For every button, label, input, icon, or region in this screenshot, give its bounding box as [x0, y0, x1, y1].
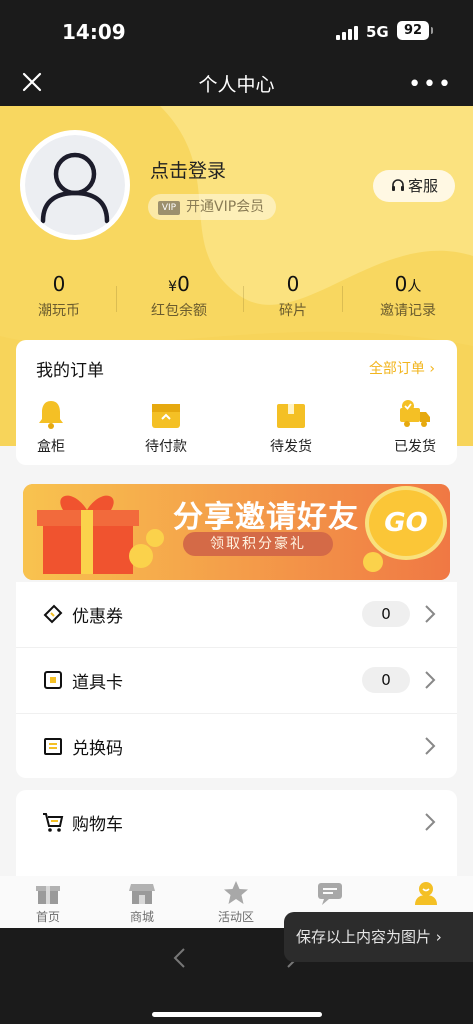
chat-icon	[316, 880, 344, 906]
order-label: 盒柜	[37, 439, 65, 455]
home-indicator[interactable]	[152, 1012, 322, 1017]
chevron-right-icon	[424, 812, 436, 832]
stat-red-packet[interactable]: ¥0 红包余额	[120, 272, 238, 320]
tab-label: 首页	[35, 910, 60, 924]
tab-home[interactable]: 首页	[18, 880, 78, 925]
vip-label: 开通VIP会员	[186, 199, 265, 215]
menu-label: 兑换码	[72, 739, 123, 759]
stat-invites[interactable]: 0人 邀请记录	[349, 272, 467, 320]
stat-value: 0	[177, 272, 190, 296]
menu-item-coupons[interactable]: 优惠券 0	[16, 582, 457, 648]
chevron-right-icon	[424, 670, 436, 690]
features-card: 优惠券 0 道具卡 0 兑换码	[16, 582, 457, 778]
prop-card-icon	[42, 669, 64, 691]
network-type: 5G	[366, 23, 389, 41]
save-as-image-toast[interactable]: 保存以上内容为图片 ›	[284, 912, 473, 962]
login-link[interactable]: 点击登录	[150, 156, 226, 183]
currency-symbol: ¥	[168, 279, 178, 295]
page-title: 个人中心	[198, 74, 275, 96]
package-box-icon	[274, 398, 308, 430]
stat-label: 潮玩币	[38, 303, 80, 319]
stat-label: 碎片	[279, 303, 307, 319]
orders-card: 我的订单 全部订单 › 盒柜 待付款 待发货 已发货	[16, 340, 457, 465]
menu-item-prop-cards[interactable]: 道具卡 0	[16, 648, 457, 714]
chevron-right-icon	[424, 736, 436, 756]
shopping-card: 购物车	[16, 790, 457, 876]
banner-title: 分享邀请好友	[173, 500, 359, 535]
cart-icon	[42, 811, 64, 833]
star-icon	[222, 880, 250, 906]
count-badge: 0	[362, 667, 410, 693]
menu-item-cart[interactable]: 购物车	[16, 790, 457, 856]
order-label: 待付款	[145, 439, 187, 455]
tab-label: 活动区	[217, 910, 254, 924]
go-button[interactable]: GO	[365, 486, 447, 560]
count-badge: 0	[362, 601, 410, 627]
status-time: 14:09	[62, 20, 126, 44]
status-bar: 14:09 5G 92	[0, 0, 473, 60]
menu-label: 购物车	[72, 815, 123, 835]
stat-value: 0	[286, 272, 300, 296]
order-cabinet[interactable]: 盒柜	[16, 398, 86, 456]
avatar[interactable]	[20, 130, 130, 240]
chevron-right-icon	[424, 604, 436, 624]
store-icon	[128, 880, 156, 906]
customer-service-label: 客服	[407, 177, 438, 195]
coupon-icon	[42, 603, 64, 625]
vip-membership-button[interactable]: VIP 开通VIP会员	[148, 194, 277, 220]
bell-icon	[34, 398, 68, 430]
tab-label: 商城	[129, 910, 154, 924]
nav-bar: 个人中心 •••	[0, 60, 473, 106]
delivery-truck-icon	[398, 398, 432, 430]
redeem-code-icon	[42, 735, 64, 757]
order-pending-payment[interactable]: 待付款	[131, 398, 201, 456]
wallet-box-icon	[149, 398, 183, 430]
tab-messages[interactable]	[300, 880, 360, 908]
invite-friends-banner[interactable]: 分享邀请好友 领取积分豪礼 GO	[23, 484, 450, 580]
all-orders-link[interactable]: 全部订单 ›	[369, 358, 435, 378]
menu-item-redeem-code[interactable]: 兑换码	[16, 714, 457, 780]
stat-value: 0	[52, 272, 66, 296]
divider	[243, 286, 244, 312]
user-avatar-icon	[40, 152, 110, 224]
more-icon[interactable]: •••	[408, 72, 453, 97]
back-arrow-icon[interactable]	[172, 947, 188, 969]
stats-row: 0 潮玩币 ¥0 红包余额 0 碎片 0人 邀请记录	[0, 272, 473, 322]
headset-icon	[391, 179, 404, 191]
gift-home-icon	[34, 880, 62, 906]
profile-icon	[412, 880, 440, 906]
vip-badge-icon: VIP	[158, 201, 180, 215]
stat-fragments[interactable]: 0 碎片	[234, 272, 352, 320]
stat-label: 邀请记录	[380, 303, 436, 319]
orders-title: 我的订单	[36, 361, 104, 381]
divider	[342, 286, 343, 312]
order-label: 已发货	[394, 439, 436, 455]
order-pending-shipment[interactable]: 待发货	[256, 398, 326, 456]
customer-service-button[interactable]: 客服	[373, 170, 455, 202]
tab-store[interactable]: 商城	[112, 880, 172, 925]
stat-value: 0	[394, 272, 408, 296]
menu-label: 道具卡	[72, 673, 123, 693]
menu-label: 优惠券	[72, 607, 123, 627]
stat-unit: 人	[407, 279, 422, 295]
order-shipped[interactable]: 已发货	[380, 398, 450, 456]
tab-profile[interactable]	[396, 880, 456, 908]
divider	[116, 286, 117, 312]
signal-icon	[336, 26, 360, 40]
banner-subtitle: 领取积分豪礼	[183, 532, 333, 556]
stat-label: 红包余额	[151, 303, 207, 319]
battery-icon: 92	[397, 21, 433, 40]
order-label: 待发货	[270, 439, 312, 455]
stat-coins[interactable]: 0 潮玩币	[0, 272, 118, 320]
tab-activity[interactable]: 活动区	[206, 880, 266, 925]
toast-text: 保存以上内容为图片	[296, 928, 432, 946]
